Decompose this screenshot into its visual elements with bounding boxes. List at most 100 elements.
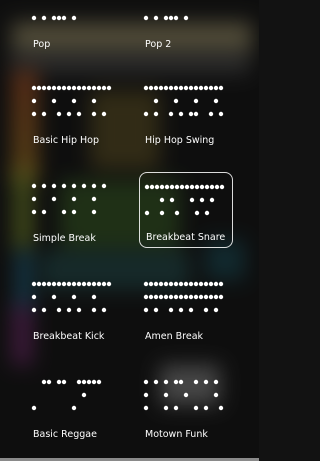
pattern-tile[interactable]: Motown Funk (139, 368, 233, 444)
step-dot (56, 379, 62, 385)
step-dot (31, 111, 37, 117)
step-dot (198, 85, 204, 91)
step-dot (143, 307, 149, 313)
step-dot (174, 210, 180, 216)
pattern-tile[interactable]: Basic Hip Hop (27, 74, 121, 150)
pattern-tile[interactable]: Breakbeat Snare (139, 172, 233, 248)
step-dot (178, 307, 184, 313)
step-dot (213, 379, 219, 385)
step-dot (86, 379, 92, 385)
step-dot (169, 184, 175, 190)
step-dot (76, 379, 82, 385)
pattern-tile[interactable]: Breakbeat Kick (27, 270, 121, 346)
step-dot (101, 183, 107, 189)
step-dot (41, 183, 47, 189)
step-dot (36, 281, 42, 287)
step-dot (168, 111, 174, 117)
step-dot (76, 281, 82, 287)
step-dot (169, 197, 175, 203)
step-dot (178, 85, 184, 91)
step-dot (51, 15, 57, 21)
step-dot (71, 209, 77, 215)
pattern-name: Pop 2 (145, 39, 172, 50)
step-dot (203, 379, 209, 385)
step-dot (148, 281, 154, 287)
step-dot (168, 15, 174, 21)
pattern-preview (31, 15, 77, 21)
step-dot (173, 379, 179, 385)
step-dot (81, 183, 87, 189)
step-dot (56, 85, 62, 91)
step-dot (173, 294, 179, 300)
step-dot (61, 379, 67, 385)
step-dot (41, 85, 47, 91)
step-dot (168, 85, 174, 91)
step-dot (153, 15, 159, 21)
step-dot (56, 307, 62, 313)
step-dot (218, 85, 224, 91)
pattern-tile[interactable]: Amen Break (139, 270, 233, 346)
step-dot (178, 281, 184, 287)
step-dot (91, 98, 97, 104)
step-dot (158, 294, 164, 300)
step-dot (163, 294, 169, 300)
step-dot (46, 85, 52, 91)
step-dot (46, 281, 52, 287)
pattern-name: Motown Funk (145, 429, 208, 440)
step-dot (86, 281, 92, 287)
step-dot (66, 281, 72, 287)
step-dot (168, 281, 174, 287)
step-dot (183, 281, 189, 287)
step-dot (218, 405, 224, 411)
pattern-tile[interactable]: Simple Break (27, 172, 121, 248)
step-dot (71, 15, 77, 21)
step-dot (214, 184, 220, 190)
step-dot (106, 281, 112, 287)
pattern-name: Breakbeat Snare (146, 232, 226, 243)
step-dot (163, 281, 169, 287)
pattern-preview (143, 281, 224, 313)
step-dot (66, 111, 72, 117)
step-dot (183, 15, 189, 21)
pattern-preview (31, 379, 102, 411)
step-dot (31, 85, 37, 91)
pattern-preview (31, 281, 112, 313)
step-dot (183, 294, 189, 300)
pattern-name: Hip Hop Swing (145, 135, 215, 146)
step-dot (143, 405, 149, 411)
step-dot (143, 15, 149, 21)
pattern-name: Pop (33, 39, 51, 50)
step-dot (31, 196, 37, 202)
step-dot (71, 183, 77, 189)
step-dot (193, 85, 199, 91)
step-dot (219, 184, 225, 190)
step-dot (81, 379, 87, 385)
step-dot (144, 184, 150, 190)
step-dot (218, 281, 224, 287)
step-dot (208, 111, 214, 117)
step-dot (41, 307, 47, 313)
step-dot (213, 307, 219, 313)
pattern-tile[interactable]: Basic Reggae (27, 368, 121, 444)
step-dot (41, 111, 47, 117)
step-dot (51, 196, 57, 202)
pattern-preview (143, 85, 224, 117)
step-dot (209, 197, 215, 203)
step-dot (143, 111, 149, 117)
pattern-tile[interactable]: Hip Hop Swing (139, 74, 233, 150)
step-dot (184, 184, 190, 190)
pattern-tile[interactable]: Pop 2 (139, 0, 233, 54)
step-dot (101, 281, 107, 287)
step-dot (76, 111, 82, 117)
step-dot (209, 184, 215, 190)
step-dot (163, 379, 169, 385)
step-dot (188, 111, 194, 117)
step-dot (208, 281, 214, 287)
pattern-tile[interactable]: Pop (27, 0, 121, 54)
pattern-preview (143, 15, 189, 21)
pattern-preview (31, 85, 112, 117)
step-dot (208, 294, 214, 300)
step-dot (199, 184, 205, 190)
step-dot (91, 379, 97, 385)
step-dot (101, 111, 107, 117)
